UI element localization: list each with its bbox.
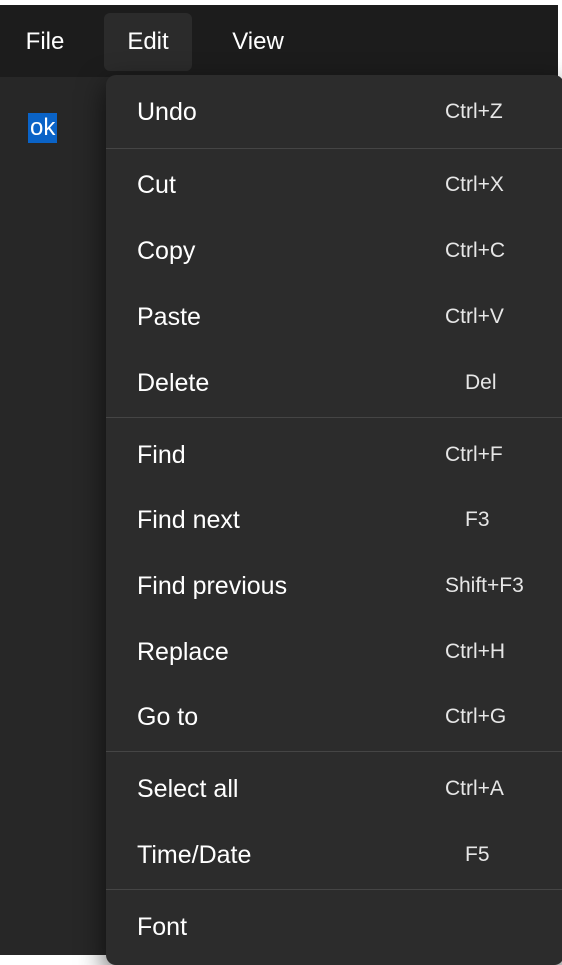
menu-item-label: Time/Date [137, 841, 252, 869]
menu-item-shortcut: Shift+F3 [445, 574, 524, 597]
menu-item-label: Font [137, 913, 188, 941]
menu-item-shortcut: Ctrl+A [445, 777, 504, 800]
menu-item-label: Find next [137, 506, 240, 534]
menu-item-label: Find [137, 441, 186, 469]
menu-item-copy[interactable]: Copy Ctrl+C [106, 222, 562, 280]
menu-edit[interactable]: Edit [104, 13, 192, 71]
menu-item-shortcut: Ctrl+Z [445, 100, 503, 123]
menu-item-paste[interactable]: Paste Ctrl+V [106, 288, 562, 346]
menu-item-label: Copy [137, 237, 196, 265]
menu-item-label: Cut [137, 171, 176, 199]
menu-item-shortcut: Ctrl+C [445, 239, 506, 262]
menu-item-shortcut: Ctrl+G [445, 705, 507, 728]
menu-item-shortcut: F3 [465, 508, 490, 531]
menu-item-font[interactable]: Font [106, 898, 562, 956]
menu-file[interactable]: File [12, 13, 78, 71]
menu-item-find-next[interactable]: Find next F3 [106, 491, 562, 549]
menu-item-select-all[interactable]: Select all Ctrl+A [106, 760, 562, 818]
menu-item-shortcut: F5 [465, 843, 490, 866]
menu-item-shortcut: Ctrl+F [445, 443, 503, 466]
menu-item-label: Delete [137, 369, 210, 397]
menu-item-label: Undo [137, 98, 197, 126]
selected-text[interactable]: ok [28, 113, 58, 143]
menu-item-shortcut: Ctrl+X [445, 173, 504, 196]
menu-item-shortcut: Del [465, 371, 497, 394]
menu-item-find-previous[interactable]: Find previous Shift+F3 [106, 557, 562, 615]
menu-view[interactable]: View [214, 13, 302, 71]
menu-item-label: Find previous [137, 572, 288, 600]
menu-item-replace[interactable]: Replace Ctrl+H [106, 623, 562, 681]
menu-item-time-date[interactable]: Time/Date F5 [106, 826, 562, 884]
menu-bar: File Edit View [0, 5, 558, 77]
menu-item-go-to[interactable]: Go to Ctrl+G [106, 688, 562, 746]
menu-item-cut[interactable]: Cut Ctrl+X [106, 156, 562, 214]
menu-item-label: Go to [137, 703, 199, 731]
menu-item-label: Paste [137, 303, 201, 331]
menu-separator [106, 751, 562, 752]
menu-item-shortcut: Ctrl+V [445, 305, 504, 328]
menu-item-shortcut: Ctrl+H [445, 640, 506, 663]
menu-item-undo[interactable]: Undo Ctrl+Z [106, 83, 562, 141]
menu-item-find[interactable]: Find Ctrl+F [106, 426, 562, 484]
menu-separator [106, 889, 562, 890]
menu-separator [106, 417, 562, 418]
menu-item-label: Replace [137, 638, 229, 666]
edit-dropdown-menu: Undo Ctrl+Z Cut Ctrl+X Copy Ctrl+C Paste… [106, 75, 562, 965]
menu-separator [106, 148, 562, 149]
menu-item-label: Select all [137, 775, 239, 803]
menu-item-delete[interactable]: Delete Del [106, 354, 562, 412]
